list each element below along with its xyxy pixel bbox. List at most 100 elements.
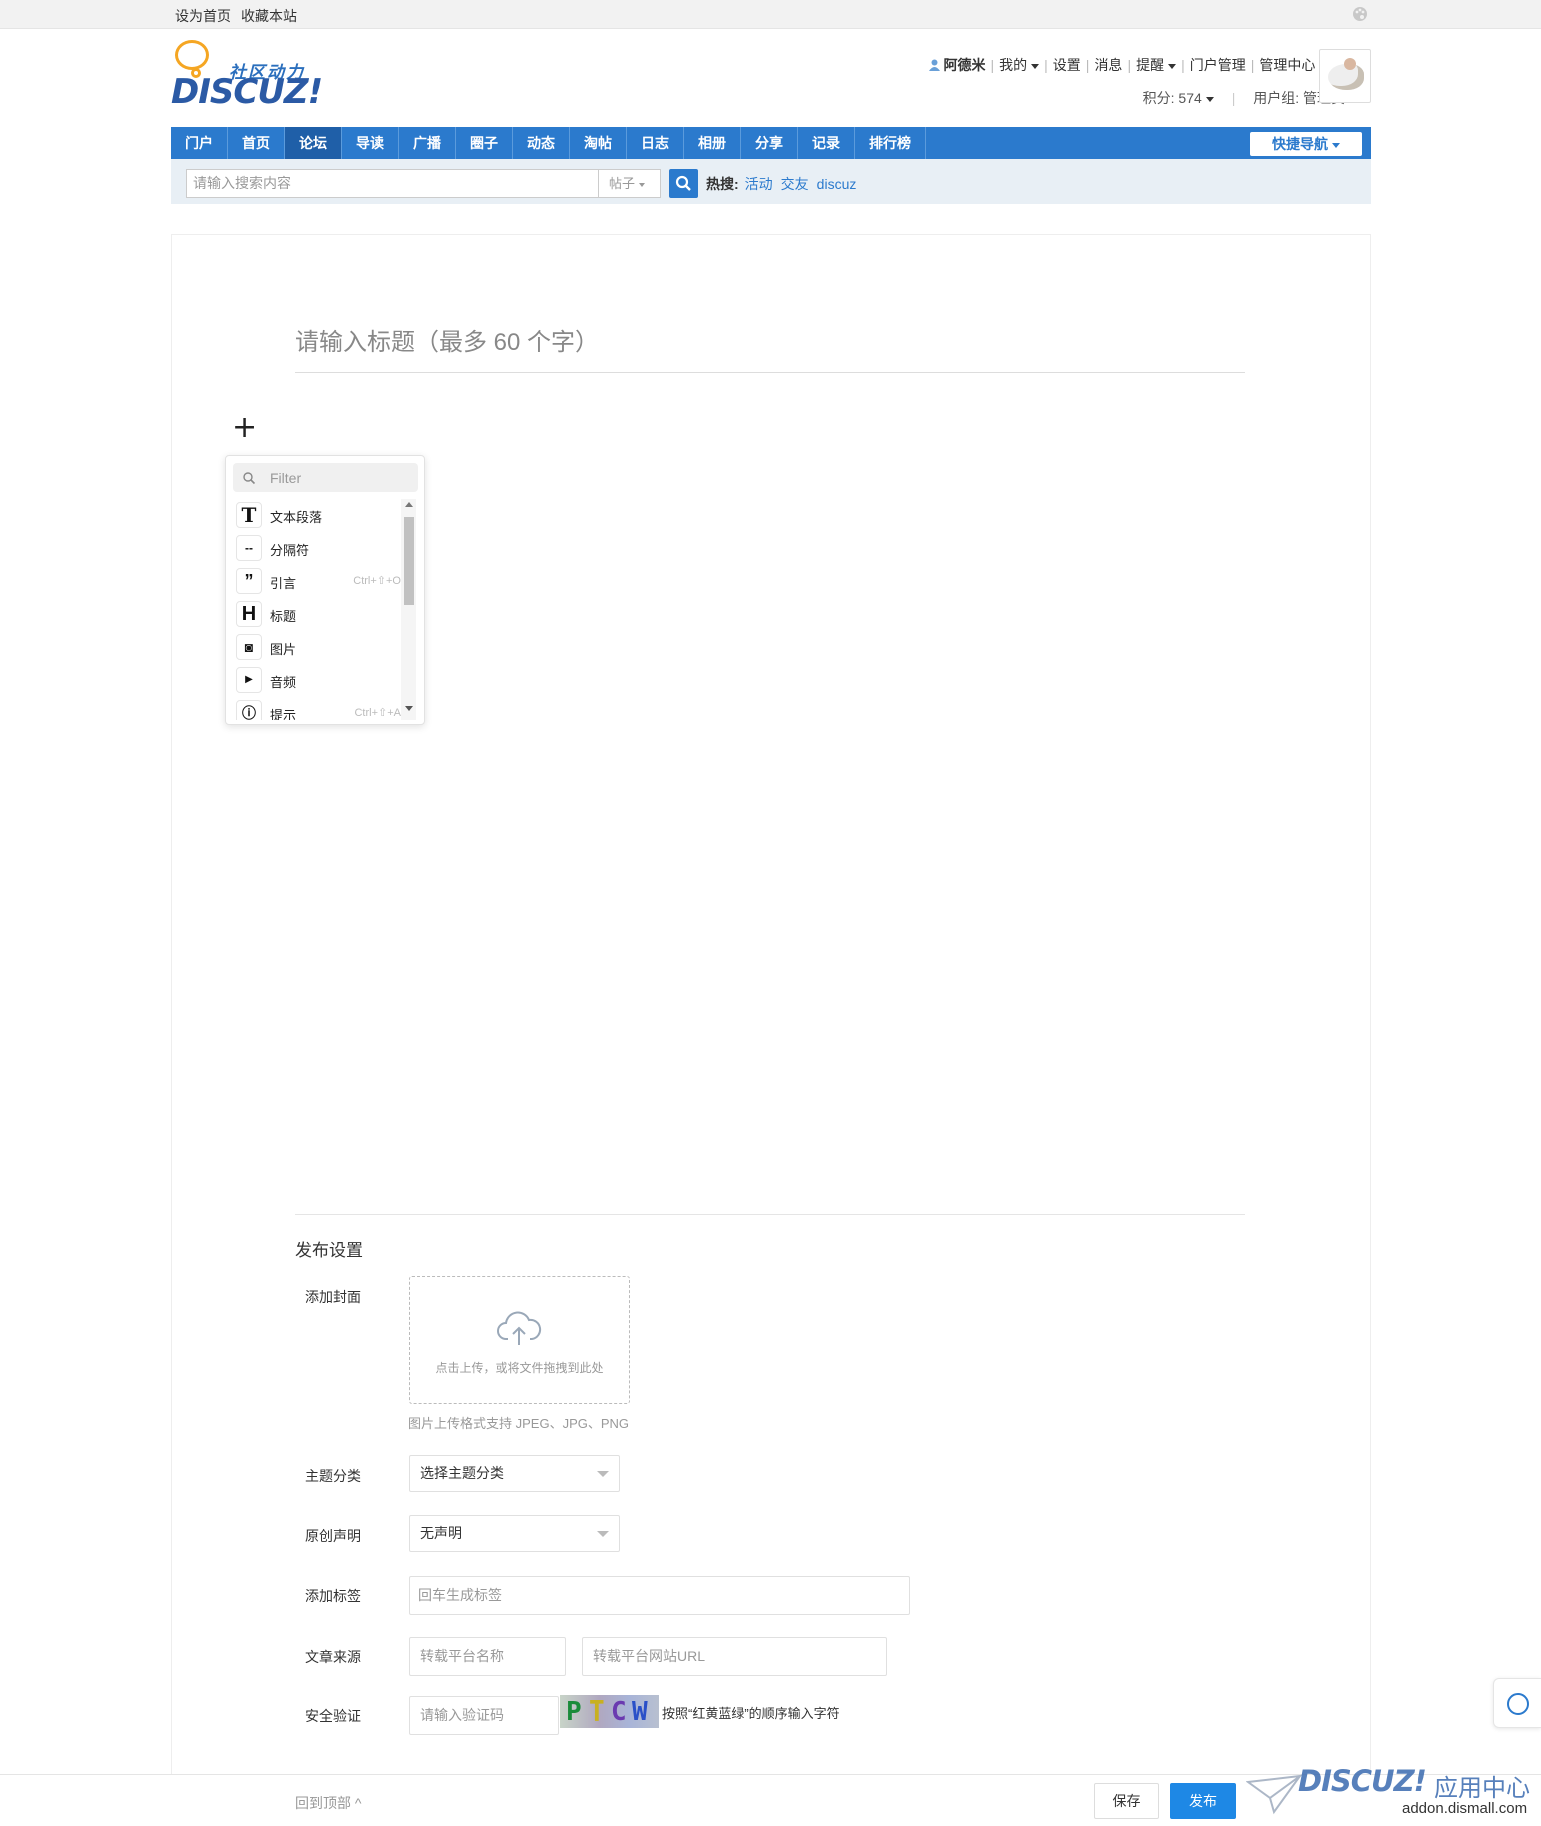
nav-reminders[interactable]: 提醒 xyxy=(1136,57,1177,73)
main-nav: 门户 首页 论坛 导读 广播 圈子 动态 淘帖 日志 相册 分享 记录 排行榜 xyxy=(171,127,1371,159)
bookmark-link[interactable]: 收藏本站 xyxy=(241,8,297,24)
search-icon xyxy=(675,175,691,191)
heading-icon: H xyxy=(236,601,262,627)
hot-keyword[interactable]: discuz xyxy=(817,176,857,192)
block-item-divider[interactable]: -- 分隔符 xyxy=(236,535,401,563)
nav-messages[interactable]: 消息 xyxy=(1094,57,1122,73)
username-link[interactable]: 阿德米 xyxy=(944,57,986,73)
chevron-down-icon xyxy=(639,182,646,187)
upload-text: 点击上传，或将文件拖拽到此处 xyxy=(435,1361,604,1375)
user-icon xyxy=(928,59,940,71)
nav-item[interactable]: 日志 xyxy=(627,127,684,159)
search-button[interactable] xyxy=(669,169,698,198)
block-item-audio[interactable]: ▶ 音频 xyxy=(236,667,401,695)
nav-item[interactable]: 记录 xyxy=(798,127,855,159)
palette-icon[interactable] xyxy=(1352,6,1368,22)
tags-label: 添加标签 xyxy=(305,1588,361,1604)
info-icon: ⓘ xyxy=(236,700,262,720)
avatar[interactable] xyxy=(1319,49,1371,103)
nav-item[interactable]: 排行榜 xyxy=(855,127,926,159)
add-block-button[interactable]: + xyxy=(232,413,257,443)
hot-label: 热搜: xyxy=(706,176,739,192)
nav-portal-admin[interactable]: 门户管理 xyxy=(1190,57,1246,73)
nav-item[interactable]: 分享 xyxy=(741,127,798,159)
block-item-quote[interactable]: ” 引言 Ctrl+⇧+O xyxy=(236,568,401,596)
nav-mine[interactable]: 我的 xyxy=(999,57,1040,73)
upload-hint: 图片上传格式支持 JPEG、JPG、PNG xyxy=(408,1416,630,1431)
nav-item[interactable]: 淘帖 xyxy=(570,127,627,159)
nav-admin-center[interactable]: 管理中心 xyxy=(1259,57,1315,73)
nav-item[interactable]: 导读 xyxy=(342,127,399,159)
nav-settings[interactable]: 设置 xyxy=(1053,57,1081,73)
hot-keyword[interactable]: 交友 xyxy=(781,176,809,192)
quote-icon: ” xyxy=(236,568,262,594)
chevron-down-icon xyxy=(597,1531,609,1537)
original-label: 原创声明 xyxy=(305,1528,361,1544)
category-label: 主题分类 xyxy=(305,1468,361,1484)
tags-input[interactable]: 回车生成标签 xyxy=(409,1576,910,1615)
category-select[interactable]: 选择主题分类 xyxy=(409,1455,620,1492)
search-icon xyxy=(243,472,256,485)
source-url-input[interactable]: 转载平台网站URL xyxy=(582,1637,887,1676)
filter-field[interactable] xyxy=(233,463,418,492)
chevron-down-icon xyxy=(1332,142,1340,148)
chevron-down-icon xyxy=(1205,96,1214,102)
quick-nav-button[interactable]: 快捷导航 xyxy=(1250,132,1362,156)
source-name-input[interactable]: 转载平台名称 xyxy=(409,1637,566,1676)
text-icon: T xyxy=(236,502,262,528)
top-toolbar: 设为首页 收藏本站 xyxy=(0,0,1541,29)
cloud-upload-icon xyxy=(497,1311,542,1345)
scroll-down-icon[interactable] xyxy=(405,706,413,711)
filter-input[interactable]: Filter xyxy=(270,470,301,486)
captcha-image[interactable]: P T C W xyxy=(560,1695,659,1728)
floating-helper-button[interactable] xyxy=(1493,1678,1541,1728)
captcha-label: 安全验证 xyxy=(305,1708,361,1724)
divider-icon: -- xyxy=(236,535,262,561)
back-to-top-link[interactable]: 回到顶部 ^ xyxy=(295,1793,361,1813)
captcha-char: W xyxy=(632,1697,648,1727)
watermark-logo: DISCUZ! 应用中心 addon.dismall.com xyxy=(1246,1760,1536,1826)
block-item-heading[interactable]: H 标题 xyxy=(236,601,401,629)
save-button[interactable]: 保存 xyxy=(1094,1783,1159,1819)
chevron-down-icon xyxy=(1168,63,1177,69)
nav-item-active[interactable]: 论坛 xyxy=(285,127,342,159)
nav-item[interactable]: 圈子 xyxy=(456,127,513,159)
search-type-select[interactable]: 帖子 xyxy=(599,169,661,198)
nav-item[interactable]: 广播 xyxy=(399,127,456,159)
title-input[interactable]: 请输入标题（最多 60 个字） xyxy=(295,325,1245,373)
image-icon: ◙ xyxy=(236,634,262,660)
captcha-char: P xyxy=(566,1697,582,1727)
logo-en-text: DISCUZ! xyxy=(171,72,323,112)
block-item-image[interactable]: ◙ 图片 xyxy=(236,634,401,662)
user-nav: 阿德米|我的|设置|消息|提醒|门户管理|管理中心|退出 xyxy=(928,55,1357,75)
captcha-input[interactable]: 请输入验证码 xyxy=(409,1696,559,1735)
block-item-paragraph[interactable]: T 文本段落 xyxy=(236,502,401,530)
hot-keyword[interactable]: 活动 xyxy=(745,176,773,192)
nav-item[interactable]: 首页 xyxy=(228,127,285,159)
toolbar-links: 设为首页 收藏本站 xyxy=(175,6,307,26)
refresh-icon xyxy=(1507,1693,1529,1715)
paper-plane-icon xyxy=(1246,1774,1302,1815)
scrollbar-thumb[interactable] xyxy=(404,517,414,605)
audio-icon: ▶ xyxy=(236,667,262,693)
source-label: 文章来源 xyxy=(305,1649,361,1665)
captcha-hint: 按照“红黄蓝绿”的顺序输入字符 xyxy=(662,1706,840,1721)
chevron-down-icon xyxy=(1031,63,1040,69)
chevron-down-icon xyxy=(597,1471,609,1477)
original-select[interactable]: 无声明 xyxy=(409,1515,620,1552)
nav-item[interactable]: 门户 xyxy=(171,127,228,159)
search-input[interactable]: 请输入搜索内容 xyxy=(186,169,599,198)
set-home-link[interactable]: 设为首页 xyxy=(175,8,231,24)
captcha-char: T xyxy=(589,1695,605,1729)
captcha-char: C xyxy=(611,1697,627,1727)
site-logo[interactable]: 社区动力 DISCUZ! xyxy=(171,38,323,112)
hot-searches: 热搜: 活动 交友 discuz xyxy=(706,174,864,194)
block-item-tip[interactable]: ⓘ 提示 Ctrl+⇧+A xyxy=(236,700,401,720)
cover-label: 添加封面 xyxy=(305,1289,361,1305)
nav-item[interactable]: 相册 xyxy=(684,127,741,159)
scroll-up-icon[interactable] xyxy=(405,502,413,507)
points-menu[interactable]: 积分: 574 xyxy=(1143,90,1214,106)
publish-button[interactable]: 发布 xyxy=(1170,1783,1236,1819)
divider xyxy=(295,1214,1245,1215)
nav-item[interactable]: 动态 xyxy=(513,127,570,159)
